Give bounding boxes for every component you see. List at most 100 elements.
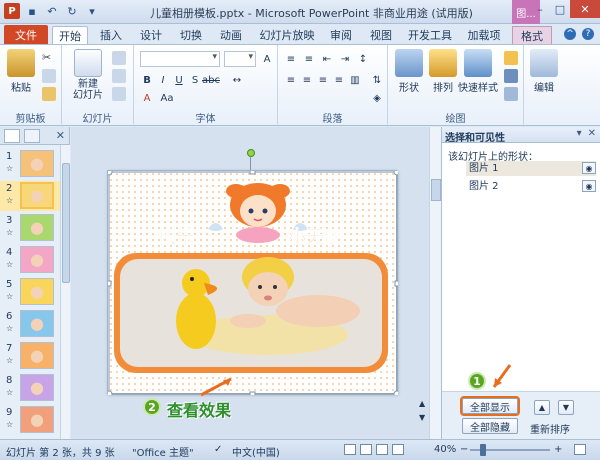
theme-name[interactable]: "Office 主题" [132,444,194,459]
tab-transitions[interactable]: 切换 [174,26,208,44]
tab-addins[interactable]: 加载项 [462,26,506,44]
close-icon[interactable]: ✕ [570,0,600,18]
align-right-icon[interactable]: ≡ [316,73,330,87]
maximize-icon[interactable]: □ [550,0,570,18]
minimize-icon[interactable]: – [530,0,550,18]
strikethrough-icon[interactable]: abc [202,73,220,87]
columns-icon[interactable]: ▥ [348,73,362,87]
prev-slide-icon[interactable]: ▲ [419,399,429,409]
move-down-button[interactable]: ▼ [558,400,574,415]
slide-thumbnail[interactable]: 3 ☆ [0,213,60,243]
powerpoint-logo-icon[interactable]: P [4,3,20,19]
smartart-icon[interactable]: ◈ [370,91,384,105]
shape-fill-icon[interactable] [504,51,518,65]
shape-row-picture-1[interactable]: 图片 1 ◉ [466,161,596,176]
tab-review[interactable]: 审阅 [324,26,358,44]
font-color-icon[interactable]: A [140,91,154,105]
pane-options-icon[interactable]: ▾ [577,128,582,139]
zoom-in-icon[interactable]: + [554,444,562,455]
bold-icon[interactable]: B [140,73,154,87]
thumbnails-scrollbar[interactable] [60,145,70,439]
italic-icon[interactable]: I [156,73,170,87]
close-pane-icon[interactable]: ✕ [56,129,65,142]
tab-insert[interactable]: 插入 [94,26,128,44]
tab-file[interactable]: 文件 [4,25,48,44]
slide-thumbnail[interactable]: 2 ☆ [0,181,60,211]
visibility-eye-icon[interactable]: ◉ [582,180,596,192]
tab-home[interactable]: 开始 [52,26,88,44]
char-spacing-icon[interactable]: ↔ [230,73,244,87]
slide-thumbnail[interactable]: 4 ☆ [0,245,60,275]
editing-scroll-thumb[interactable] [431,179,441,201]
slide-thumbnail[interactable]: 8 ☆ [0,373,60,403]
save-icon[interactable]: ▪ [24,3,40,19]
slide-thumbnail[interactable]: 1 ☆ [0,149,60,179]
customize-qat-icon[interactable]: ▾ [84,3,100,19]
slide-thumbnail[interactable]: 5 ☆ [0,277,60,307]
tab-outline-view[interactable] [24,129,40,143]
thumbnails-scroll-thumb[interactable] [62,163,70,283]
underline-icon[interactable]: U [172,73,186,87]
shape-row-picture-2[interactable]: 图片 2 ◉ [466,179,596,194]
zoom-slider-thumb[interactable] [480,444,486,456]
visibility-eye-icon[interactable]: ◉ [582,162,596,174]
new-slide-button[interactable]: 新建 幻灯片 [68,49,108,101]
align-center-icon[interactable]: ≡ [300,73,314,87]
paste-button[interactable]: 粘贴 [4,49,38,94]
tab-slideshow[interactable]: 幻灯片放映 [256,26,318,44]
arrange-button[interactable]: 排列 [426,49,460,94]
cut-icon[interactable]: ✂ [42,51,56,65]
fit-to-window-icon[interactable] [574,444,586,455]
tab-view[interactable]: 视图 [364,26,398,44]
language-indicator[interactable]: 中文(中国) [232,444,280,459]
hide-all-button[interactable]: 全部隐藏 [462,418,518,434]
slide-sorter-icon[interactable] [360,444,372,455]
slide-thumbnail[interactable]: 9 ☆ [0,405,60,435]
increase-indent-icon[interactable]: ⇥ [338,52,352,66]
next-slide-icon[interactable]: ▼ [419,413,429,423]
shadow-icon[interactable]: S [188,73,202,87]
section-icon[interactable] [112,87,126,101]
normal-view-icon[interactable] [344,444,356,455]
font-name-combo[interactable] [140,51,220,67]
shape-outline-icon[interactable] [504,69,518,83]
tab-slides-view[interactable] [4,129,20,143]
rotate-handle[interactable] [247,149,255,157]
slide-thumbnail[interactable]: 6 ☆ [0,309,60,339]
pane-close-icon[interactable]: ✕ [588,128,596,139]
current-slide[interactable]: 快乐 小天使 [105,168,401,398]
format-painter-icon[interactable] [42,87,56,101]
zoom-level[interactable]: 40% [434,444,456,455]
redo-icon[interactable]: ↻ [64,3,80,19]
copy-icon[interactable] [42,69,56,83]
help-icon[interactable]: ? [582,28,594,40]
editing-button[interactable]: 编辑 [527,49,561,94]
shape-effects-icon[interactable] [504,87,518,101]
bullets-icon[interactable]: ≡ [284,52,298,66]
quick-styles-button[interactable]: 快速样式 [458,49,498,94]
baby-photo-frame[interactable] [114,253,388,373]
tab-design[interactable]: 设计 [134,26,168,44]
show-all-button[interactable]: 全部显示 [460,396,520,416]
line-spacing-icon[interactable]: ↕ [356,52,370,66]
undo-icon[interactable]: ↶ [44,3,60,19]
slideshow-view-icon[interactable] [392,444,404,455]
font-size-combo[interactable] [224,51,256,67]
text-direction-icon[interactable]: ⇅ [370,73,384,87]
shapes-button[interactable]: 形状 [392,49,426,94]
spell-check-icon[interactable]: ✓ [214,444,222,455]
numbering-icon[interactable]: ≡ [302,52,316,66]
zoom-out-icon[interactable]: − [460,444,468,455]
tab-animations[interactable]: 动画 [214,26,248,44]
decrease-indent-icon[interactable]: ⇤ [320,52,334,66]
reset-icon[interactable] [112,69,126,83]
editing-area-scrollbar[interactable] [429,127,441,439]
ribbon-collapse-icon[interactable]: ^ [564,28,576,40]
align-left-icon[interactable]: ≡ [284,73,298,87]
slide-thumbnail[interactable]: 7 ☆ [0,341,60,371]
reading-view-icon[interactable] [376,444,388,455]
tab-developer[interactable]: 开发工具 [404,26,456,44]
move-up-button[interactable]: ▲ [534,400,550,415]
change-case-icon[interactable]: Aa [160,91,174,105]
justify-icon[interactable]: ≡ [332,73,346,87]
